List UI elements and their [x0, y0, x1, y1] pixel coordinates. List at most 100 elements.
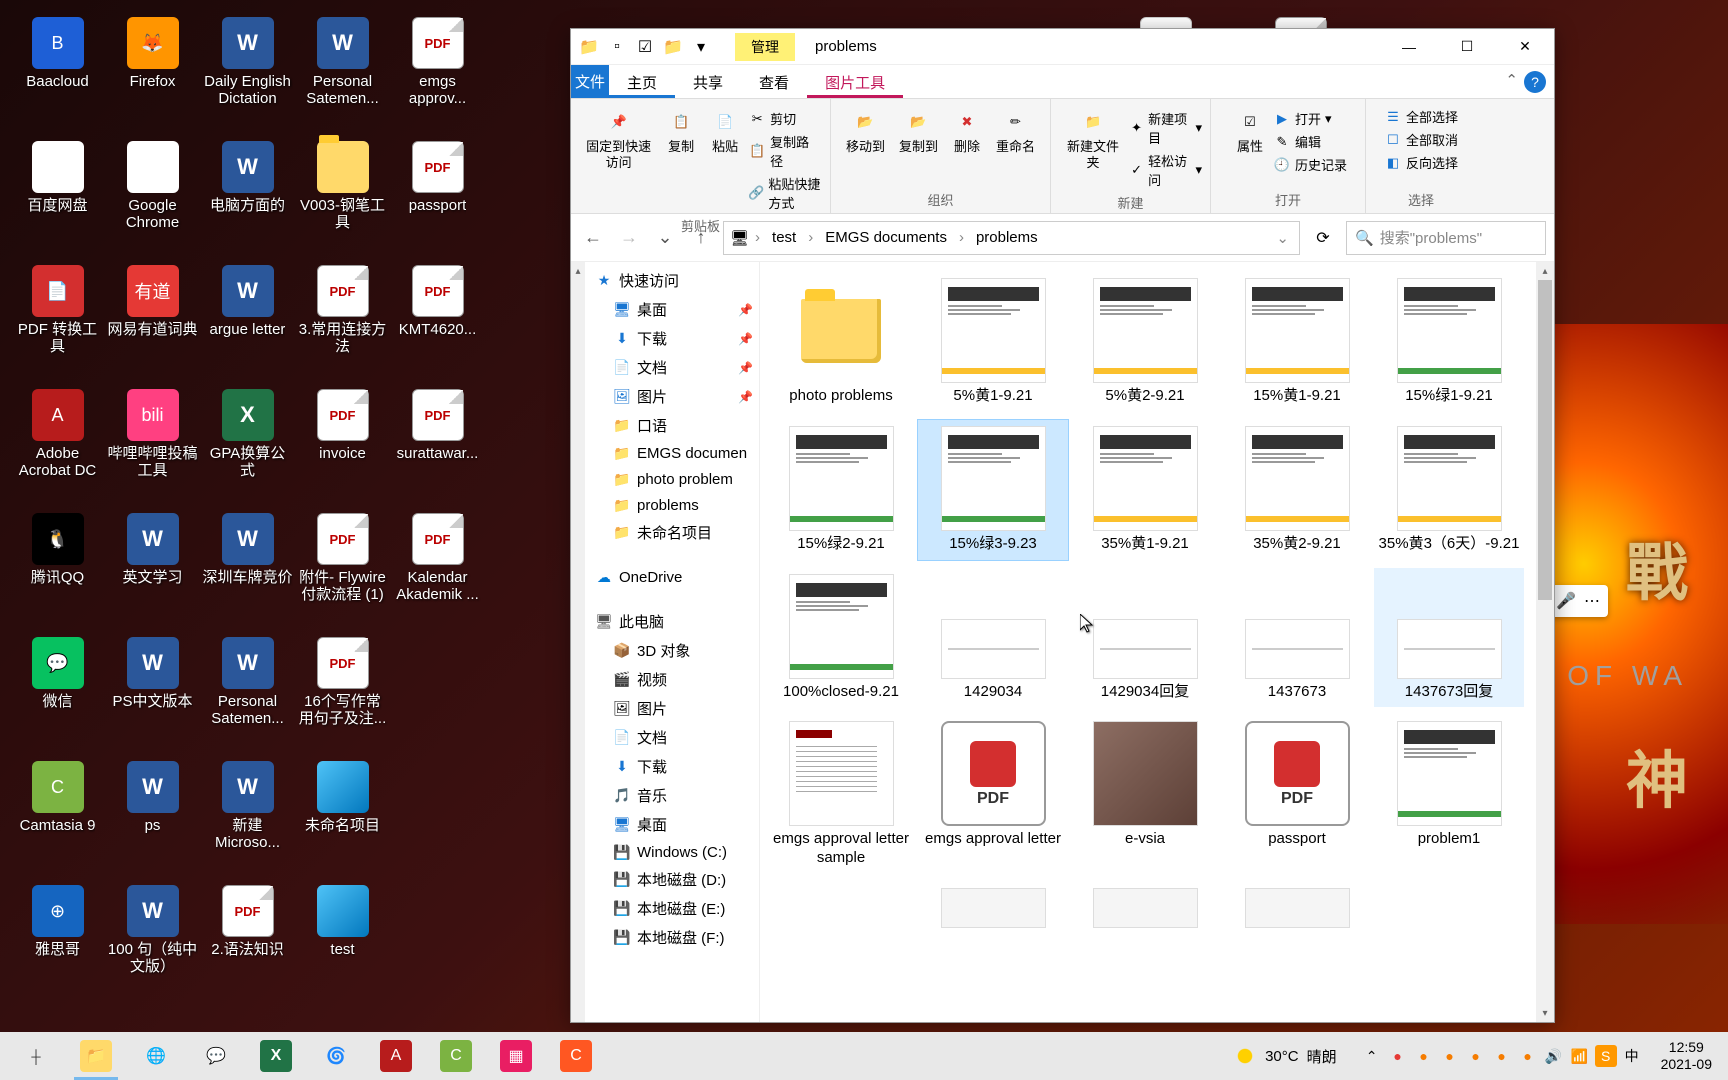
- nav-item[interactable]: 📄文档📌: [585, 353, 759, 382]
- titlebar[interactable]: 📁 ▫ ☑ 📁 ▾ 管理 problems — ☐ ✕: [571, 29, 1554, 65]
- desktop-icon[interactable]: 3.常用连接方法: [295, 263, 390, 387]
- desktop-icon[interactable]: BBaacloud: [10, 15, 105, 139]
- taskbar-acrobat[interactable]: A: [366, 1032, 426, 1080]
- ribbon-paste[interactable]: 📄粘贴: [704, 103, 746, 214]
- qat-properties-icon[interactable]: ☑: [635, 37, 655, 57]
- file-item[interactable]: problem1: [1374, 715, 1524, 874]
- ribbon-invert[interactable]: ◧反向选择: [1384, 151, 1458, 174]
- file-item[interactable]: 15%黄1-9.21: [1222, 272, 1372, 412]
- nav-item[interactable]: 💾Windows (C:): [585, 839, 759, 865]
- nav-item[interactable]: 🎬视频: [585, 665, 759, 694]
- desktop-icon[interactable]: KMT4620...: [390, 263, 485, 387]
- desktop-icon[interactable]: Kalendar Akademik ...: [390, 511, 485, 635]
- ribbon-rename[interactable]: ✏重命名: [990, 103, 1041, 159]
- nav-forward-button[interactable]: →: [615, 224, 643, 252]
- taskbar-wechat[interactable]: 💬: [186, 1032, 246, 1080]
- qat-save-icon[interactable]: ▫: [607, 37, 627, 57]
- close-button[interactable]: ✕: [1496, 29, 1554, 64]
- file-item[interactable]: 35%黄2-9.21: [1222, 420, 1372, 560]
- desktop-icon[interactable]: 📄PDF 转换工具: [10, 263, 105, 387]
- desktop-icon[interactable]: 附件- Flywire付款流程 (1): [295, 511, 390, 635]
- nav-onedrive[interactable]: ☁OneDrive: [585, 564, 759, 590]
- nav-item[interactable]: 🖼图片: [585, 694, 759, 723]
- ribbon-delete[interactable]: ✖删除: [946, 103, 988, 159]
- tab-picture-tools[interactable]: 图片工具: [807, 65, 903, 98]
- ribbon-history[interactable]: 🕘历史记录: [1273, 153, 1347, 176]
- desktop-icon[interactable]: ⊕雅思哥: [10, 883, 105, 1007]
- tray-icon[interactable]: ●: [1439, 1045, 1461, 1067]
- start-button[interactable]: ┼: [6, 1032, 66, 1080]
- taskbar-excel[interactable]: X: [246, 1032, 306, 1080]
- nav-recent-dropdown[interactable]: ⌄: [651, 224, 679, 252]
- ribbon-easyaccess[interactable]: ✓轻松访问 ▾: [1129, 149, 1202, 191]
- desktop-icon[interactable]: emgs approv...: [390, 15, 485, 139]
- nav-item[interactable]: 🖼图片📌: [585, 382, 759, 411]
- desktop-icon[interactable]: W英文学习: [105, 511, 200, 635]
- desktop-icon[interactable]: 16个写作常用句子及注...: [295, 635, 390, 759]
- ribbon-edit[interactable]: ✎编辑: [1273, 130, 1347, 153]
- tab-view[interactable]: 查看: [741, 65, 807, 98]
- desktop-icon[interactable]: passport: [390, 139, 485, 263]
- desktop-icon[interactable]: invoice: [295, 387, 390, 511]
- taskbar-app2[interactable]: C: [546, 1032, 606, 1080]
- nav-up-button[interactable]: ↑: [687, 224, 715, 252]
- ribbon-copypath[interactable]: 📋复制路径: [748, 130, 822, 172]
- file-item[interactable]: 1429034回复: [1070, 568, 1220, 708]
- file-item-partial[interactable]: [918, 882, 1068, 938]
- nav-item[interactable]: 📁photo problem: [585, 466, 759, 492]
- ribbon-collapse-icon[interactable]: ⌃: [1505, 71, 1518, 93]
- desktop-icon[interactable]: test: [295, 883, 390, 1007]
- nav-item[interactable]: 💾本地磁盘 (D:): [585, 865, 759, 894]
- desktop-icon[interactable]: bili哔哩哔哩投稿工具: [105, 387, 200, 511]
- desktop-icon[interactable]: 未命名项目: [295, 759, 390, 883]
- ribbon-pin[interactable]: 📌固定到快速访问: [579, 103, 658, 214]
- file-item[interactable]: e-vsia: [1070, 715, 1220, 874]
- ribbon-cut[interactable]: ✂剪切: [748, 107, 822, 130]
- nav-item[interactable]: 💾本地磁盘 (F:): [585, 923, 759, 952]
- tray-chevron-icon[interactable]: ⌃: [1361, 1045, 1383, 1067]
- ribbon-copy[interactable]: 📋复制: [660, 103, 702, 214]
- taskbar-camtasia[interactable]: C: [426, 1032, 486, 1080]
- desktop-icon[interactable]: AAdobe Acrobat DC: [10, 387, 105, 511]
- tray-lang-icon[interactable]: 中: [1621, 1045, 1643, 1067]
- file-item[interactable]: 35%黄3（6天）-9.21: [1374, 420, 1524, 560]
- desktop-icon[interactable]: 🦊Firefox: [105, 15, 200, 139]
- nav-item[interactable]: 🖥桌面📌: [585, 295, 759, 324]
- tray-icon[interactable]: ●: [1413, 1045, 1435, 1067]
- search-input[interactable]: 🔍 搜索"problems": [1346, 221, 1546, 255]
- ime-item[interactable]: ⋯: [1584, 589, 1600, 613]
- file-item[interactable]: 15%绿1-9.21: [1374, 272, 1524, 412]
- content-scrollbar[interactable]: ▴ ▾: [1536, 262, 1554, 1022]
- file-item[interactable]: passport: [1222, 715, 1372, 874]
- tray-icon[interactable]: ●: [1387, 1045, 1409, 1067]
- nav-item[interactable]: 🖥桌面: [585, 810, 759, 839]
- desktop-icon[interactable]: W深圳车牌竞价: [200, 511, 295, 635]
- nav-item[interactable]: ⬇下载📌: [585, 324, 759, 353]
- desktop-icon[interactable]: 🐧腾讯QQ: [10, 511, 105, 635]
- nav-quick-access[interactable]: ★快速访问: [585, 266, 759, 295]
- nav-back-button[interactable]: ←: [579, 224, 607, 252]
- ribbon-moveto[interactable]: 📂移动到: [840, 103, 891, 159]
- breadcrumb-item[interactable]: EMGS documents: [819, 227, 953, 248]
- ribbon-newfolder[interactable]: 📁新建文件夹: [1059, 103, 1127, 191]
- nav-item[interactable]: 📁EMGS documen: [585, 440, 759, 466]
- ribbon-selectall[interactable]: ☰全部选择: [1384, 105, 1458, 128]
- ribbon-open[interactable]: ▶打开 ▾: [1273, 107, 1347, 130]
- tab-home[interactable]: 主页: [609, 65, 675, 98]
- nav-item[interactable]: ⬇下载: [585, 752, 759, 781]
- desktop-icon[interactable]: WDaily English Dictation: [200, 15, 295, 139]
- breadcrumb-item[interactable]: test: [766, 227, 802, 248]
- tray-network-icon[interactable]: 📶: [1569, 1045, 1591, 1067]
- desktop-icon[interactable]: 2.语法知识: [200, 883, 295, 1007]
- ime-item[interactable]: 🎤: [1556, 589, 1576, 613]
- desktop-icon[interactable]: WPS中文版本: [105, 635, 200, 759]
- taskbar-chrome[interactable]: 🌐: [126, 1032, 186, 1080]
- taskbar-edge[interactable]: 🌀: [306, 1032, 366, 1080]
- desktop-icon[interactable]: V003-钢笔工具: [295, 139, 390, 263]
- desktop-icon[interactable]: 💬微信: [10, 635, 105, 759]
- ribbon-copyto[interactable]: 📂复制到: [893, 103, 944, 159]
- file-item-partial[interactable]: [1070, 882, 1220, 938]
- nav-item[interactable]: 📄文档: [585, 723, 759, 752]
- file-item[interactable]: 1437673回复: [1374, 568, 1524, 708]
- breadcrumb[interactable]: 🖥› test› EMGS documents› problems ⌄: [723, 221, 1300, 255]
